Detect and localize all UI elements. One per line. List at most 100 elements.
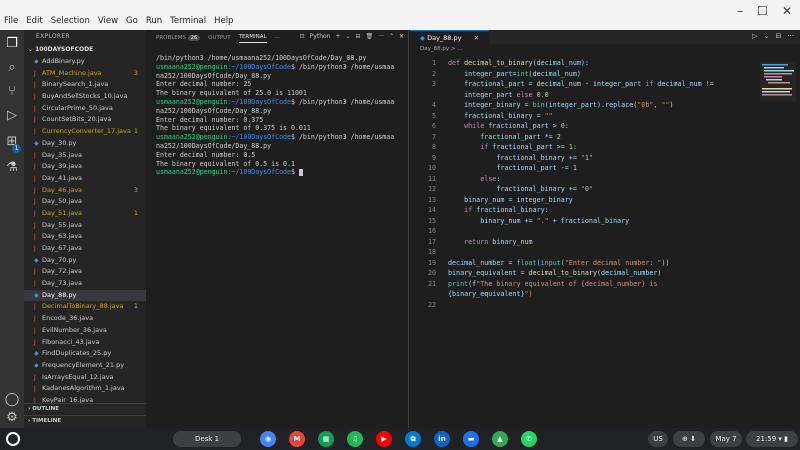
code-text: print(f"The binary equivalent of {decima…: [448, 279, 658, 288]
line-number: 14: [427, 206, 436, 214]
file-item[interactable]: J CurrencyConverter_17.java 1: [24, 126, 146, 138]
file-item[interactable]: J Day_63.java: [24, 231, 146, 243]
code-area[interactable]: 1 def decimal_to_binary(decimal_num): 2 in…: [410, 58, 800, 310]
run-dropdown-icon[interactable]: ⌄: [764, 32, 770, 40]
tab-output[interactable]: OUTPUT: [208, 35, 230, 41]
minimize-button[interactable]: –: [737, 4, 743, 18]
tab-problems[interactable]: PROBLEMS 26: [156, 35, 201, 41]
file-item[interactable]: ◆ AddBinary.py: [24, 56, 146, 68]
file-item[interactable]: J DecimalToBinary_88.java 1: [24, 301, 146, 313]
file-item[interactable]: J Day_51.java 1: [24, 208, 146, 220]
maximize-panel-icon[interactable]: ⌃: [389, 33, 394, 40]
problem-count: 1: [133, 302, 138, 311]
menu-item-view[interactable]: View: [98, 16, 118, 30]
file-item[interactable]: J ATM_Machine.java 3: [24, 68, 146, 80]
drive-app-icon[interactable]: ▲: [492, 431, 508, 447]
menu-item-terminal[interactable]: Terminal: [170, 16, 206, 30]
menu-item-run[interactable]: Run: [146, 16, 162, 30]
file-item[interactable]: J CircularPrime_50.java: [24, 103, 146, 115]
more-actions-icon[interactable]: ···: [787, 32, 794, 40]
file-item[interactable]: ◆ Day_70.py: [24, 255, 146, 267]
files-app-icon[interactable]: ▬: [463, 431, 479, 447]
chrome-app-icon[interactable]: ◉: [260, 431, 276, 447]
close-panel-icon[interactable]: ✕: [399, 33, 404, 40]
editor-tab-day88[interactable]: ◆ Day_88.py ✕: [410, 30, 490, 44]
run-debug-icon[interactable]: ▷: [4, 108, 20, 124]
file-item[interactable]: J CountSetBits_20.java: [24, 114, 146, 126]
file-item[interactable]: ◆ FindDuplicates_25.py: [24, 348, 146, 360]
account-icon[interactable]: ◯: [4, 392, 20, 408]
locale-indicator[interactable]: US: [648, 431, 668, 447]
menu-item-file[interactable]: File: [4, 16, 18, 30]
prompt-command: $ /bin/python3 /home/usmaa: [291, 62, 395, 71]
code-line: 16: [410, 226, 800, 237]
settings-gear-icon[interactable]: ⚙: [4, 410, 20, 426]
terminal-shell-label[interactable]: Python: [310, 33, 331, 40]
linkedin-app-icon[interactable]: in: [434, 431, 450, 447]
menu-item-edit[interactable]: Edit: [26, 16, 42, 30]
trash-icon[interactable]: 🗑: [366, 33, 374, 40]
close-tab-icon[interactable]: ✕: [474, 34, 479, 42]
desk-switcher[interactable]: Desk 1: [173, 431, 241, 447]
file-name: BinarySearch_1.java: [42, 80, 109, 89]
menu-item-go[interactable]: Go: [126, 16, 138, 30]
file-item[interactable]: J Day_41.java: [24, 173, 146, 185]
file-item[interactable]: ◆ Day_88.py: [24, 289, 146, 302]
prompt-user: usmaana252@penguin: [156, 168, 228, 177]
file-item[interactable]: J Day_55.java: [24, 220, 146, 232]
split-terminal-icon[interactable]: ⊟: [356, 33, 361, 40]
menu-item-help[interactable]: Help: [214, 16, 233, 30]
whatsapp-app-icon[interactable]: ✆: [521, 431, 537, 447]
minimap[interactable]: [760, 62, 796, 102]
file-item[interactable]: J Day_46.java 3: [24, 185, 146, 197]
java-file-icon: J: [34, 315, 36, 323]
file-item[interactable]: J Day_35.java: [24, 150, 146, 162]
source-control-icon[interactable]: ⑂: [4, 84, 20, 100]
file-item[interactable]: J Day_73.java: [24, 278, 146, 290]
system-actions[interactable]: ⊕ ⬇: [673, 431, 705, 447]
workspace-folder[interactable]: ⌄ 100DAYSOFCODE: [24, 44, 146, 56]
panel-more-button[interactable]: ···: [275, 35, 280, 41]
gmail-app-icon[interactable]: M: [289, 431, 305, 447]
file-item[interactable]: J BuyAndSellStocks_10.java: [24, 91, 146, 103]
file-item[interactable]: J BinarySearch_1.java: [24, 79, 146, 91]
code-text: if fractional_part >= 1:: [480, 143, 577, 151]
tab-terminal[interactable]: TERMINAL: [238, 34, 267, 43]
java-file-icon: J: [34, 326, 36, 334]
date-display[interactable]: May 7: [710, 431, 742, 447]
new-terminal-icon[interactable]: +: [335, 33, 340, 40]
status-tray[interactable]: 21:59 ▾ ▮: [746, 431, 798, 447]
file-item[interactable]: ◆ Day_30.py: [24, 138, 146, 150]
dropdown-icon[interactable]: ⌄: [346, 33, 351, 40]
sheets-app-icon[interactable]: ▦: [318, 431, 334, 447]
search-icon[interactable]: ⌕: [4, 60, 20, 76]
file-item[interactable]: J Day_72.java: [24, 266, 146, 278]
spotify-app-icon[interactable]: ♫: [347, 431, 363, 447]
file-item[interactable]: J EvilNumber_36.java: [24, 325, 146, 337]
menu-item-selection[interactable]: Selection: [51, 16, 90, 30]
vscode-app-icon[interactable]: ⧉: [405, 431, 421, 447]
file-item[interactable]: J Fibonacci_43.java: [24, 337, 146, 349]
explorer-icon[interactable]: ❐: [4, 36, 20, 52]
breadcrumb[interactable]: Day_88.py > ...: [410, 44, 800, 54]
file-item[interactable]: J Day_39.java: [24, 161, 146, 173]
timeline-section[interactable]: › TIMELINE: [24, 415, 146, 426]
maximize-button[interactable]: ☐: [757, 4, 768, 18]
file-item[interactable]: J Day_50.java: [24, 196, 146, 208]
more-actions-icon[interactable]: ···: [378, 33, 384, 40]
split-editor-icon[interactable]: ⊟: [775, 32, 781, 40]
terminal-output[interactable]: /bin/python3 /home/usmaana252/100DaysOfC…: [156, 54, 406, 177]
file-item[interactable]: J KadanesAlgorithm_1.java: [24, 383, 146, 395]
run-file-icon[interactable]: ▷: [752, 32, 757, 40]
file-item[interactable]: J Day_67.java: [24, 243, 146, 255]
file-item[interactable]: J Encode_36.java: [24, 313, 146, 325]
close-button[interactable]: ✕: [782, 4, 792, 18]
line-number: 13: [427, 195, 436, 204]
file-item[interactable]: J IsArraysEqual_12.java: [24, 372, 146, 384]
launcher-icon[interactable]: [6, 432, 20, 446]
file-item[interactable]: ◆ FrequencyElement_21.py: [24, 360, 146, 372]
youtube-app-icon[interactable]: ▶: [376, 431, 392, 447]
code-text: integer_binary = bin(integer_part).repla…: [448, 101, 674, 109]
testing-icon[interactable]: ⚗: [4, 160, 20, 176]
outline-section[interactable]: › OUTLINE: [24, 403, 146, 414]
